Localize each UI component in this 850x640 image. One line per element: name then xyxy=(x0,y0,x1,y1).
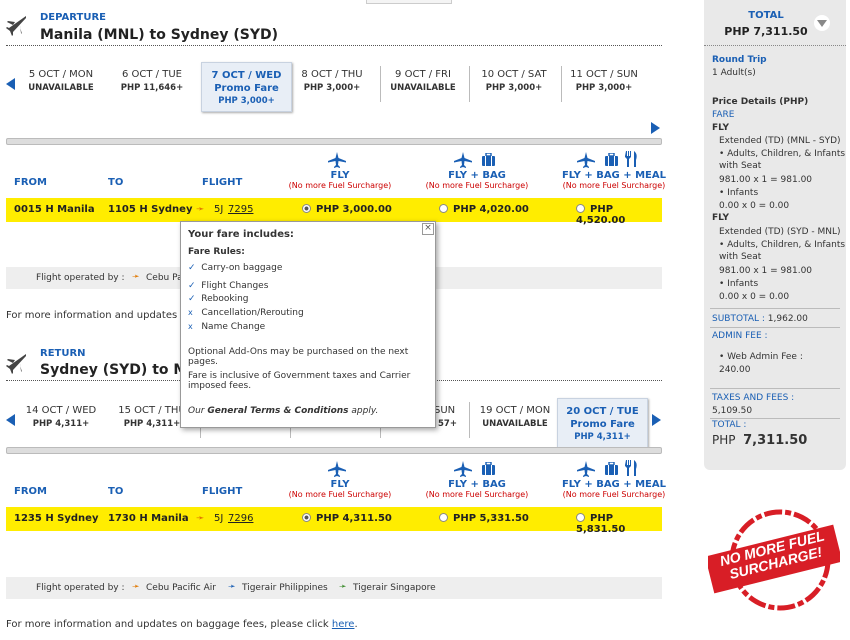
close-popup-button[interactable]: × xyxy=(422,223,434,235)
plane-icon xyxy=(577,152,595,168)
date-option[interactable]: SUN 57+ xyxy=(434,405,457,429)
fare-option-fly[interactable]: PHP 3,000.00 xyxy=(302,204,392,215)
plane-icon xyxy=(454,461,472,477)
flight-row: 0015 H Manila 1105 H Sydney ➛ 5J 7295 PH… xyxy=(6,198,662,226)
flight-number-link[interactable]: 7296 xyxy=(228,513,253,524)
column-flight: FLIGHT xyxy=(202,177,243,188)
grand-total: PHP 7,311.50 xyxy=(712,433,808,448)
fare-option-fly-bag[interactable]: PHP 4,020.00 xyxy=(439,204,529,215)
next-date-arrow-icon[interactable] xyxy=(651,122,660,134)
x-icon: x xyxy=(188,308,193,317)
date-option-selected[interactable]: 20 OCT / TUE Promo Fare PHP 4,311+ xyxy=(557,398,648,448)
fare-option-fly[interactable]: PHP 4,311.50 xyxy=(302,513,392,524)
next-date-arrow-icon[interactable] xyxy=(652,414,661,426)
plane-icon xyxy=(454,152,472,168)
price-summary-panel: TOTAL PHP 7,311.50 Round Trip 1 Adult(s)… xyxy=(704,0,846,470)
prev-date-arrow-icon[interactable] xyxy=(6,78,15,90)
tigerair-sg-logo-icon: ➛ xyxy=(339,582,347,592)
baggage-info-link[interactable]: here xyxy=(332,619,355,630)
operated-by-bar: Flight operated by : ➛ Cebu Pacific Air … xyxy=(6,577,662,599)
luggage-icon xyxy=(482,153,495,166)
cebu-logo-icon: ➛ xyxy=(132,582,140,592)
date-option[interactable]: 8 OCT / THU PHP 3,000+ xyxy=(289,69,375,93)
date-option[interactable]: 14 OCT / WED PHP 4,311+ xyxy=(18,405,104,429)
fare-header-fly-bag: FLY + BAG (No more Fuel Surcharge) xyxy=(425,479,529,499)
flight-number-link[interactable]: 7295 xyxy=(228,204,253,215)
terms-link[interactable]: General Terms & Conditions xyxy=(207,406,348,416)
check-icon: ✓ xyxy=(188,294,196,304)
cebu-logo-icon: ➛ xyxy=(132,272,140,282)
chevron-down-icon xyxy=(817,20,827,27)
date-scrollbar[interactable] xyxy=(6,447,662,454)
carrier-logo-icon: ➛ xyxy=(196,513,205,524)
fare-header-fly-bag-meal: FLY + BAG + MEAL (No more Fuel Surcharge) xyxy=(561,170,667,190)
date-option[interactable]: 6 OCT / TUE PHP 11,646+ xyxy=(109,69,195,93)
plane-icon xyxy=(328,152,346,168)
fork-knife-icon xyxy=(625,151,637,167)
check-icon: ✓ xyxy=(188,263,196,273)
pax-count: 1 Adult(s) xyxy=(712,68,756,78)
arrival-time: 1730 H Manila xyxy=(108,513,189,524)
baggage-info-text: For more information and updates on bagg… xyxy=(6,619,358,630)
fork-knife-icon xyxy=(625,460,637,476)
fare-option-fly-bag-meal[interactable]: PHP 4,520.00 xyxy=(576,204,662,226)
column-from: FROM xyxy=(14,177,47,188)
no-fuel-surcharge-stamp: NO MORE FUEL SURCHARGE! xyxy=(708,508,840,612)
x-icon: x xyxy=(188,322,193,331)
carrier-logo-icon: ➛ xyxy=(196,204,205,215)
date-option[interactable]: 9 OCT / FRI UNAVAILABLE xyxy=(380,69,466,93)
return-label: RETURN xyxy=(40,348,86,359)
date-option-selected[interactable]: 7 OCT / WED Promo Fare PHP 3,000+ xyxy=(201,62,292,112)
trip-type: Round Trip xyxy=(712,55,767,65)
plane-icon xyxy=(577,461,595,477)
collapse-button[interactable] xyxy=(814,15,830,31)
fare-header-fly: FLY (No more Fuel Surcharge) xyxy=(288,479,392,499)
tigerair-ph-logo-icon: ➛ xyxy=(228,582,236,592)
fare-option-fly-bag-meal[interactable]: PHP 5,831.50 xyxy=(576,513,662,535)
fare-option-fly-bag[interactable]: PHP 5,331.50 xyxy=(439,513,529,524)
plane-icon xyxy=(328,461,346,477)
departure-label: DEPARTURE xyxy=(40,12,107,23)
luggage-icon xyxy=(482,462,495,475)
column-from: FROM xyxy=(14,486,47,497)
airplane-icon xyxy=(6,16,26,36)
total-label: TOTAL xyxy=(748,10,784,21)
check-icon: ✓ xyxy=(188,281,196,291)
luggage-icon xyxy=(605,153,618,166)
column-flight: FLIGHT xyxy=(202,486,243,497)
fare-rules-popup: × Your fare includes: Fare Rules: ✓ Carr… xyxy=(180,221,436,428)
flight-row: 1235 H Sydney 1730 H Manila ➛ 5J 7296 PH… xyxy=(6,507,662,535)
total-amount: PHP 7,311.50 xyxy=(724,25,808,38)
fare-header-fly-bag-meal: FLY + BAG + MEAL (No more Fuel Surcharge) xyxy=(561,479,667,499)
date-option[interactable]: 19 OCT / MON UNAVAILABLE xyxy=(472,405,558,429)
column-to: TO xyxy=(108,486,124,497)
luggage-icon xyxy=(605,462,618,475)
prev-date-arrow-icon[interactable] xyxy=(6,414,15,426)
departure-time: 0015 H Manila xyxy=(14,204,95,215)
date-scrollbar[interactable] xyxy=(6,138,662,145)
divider xyxy=(6,45,662,46)
date-option[interactable]: 10 OCT / SAT PHP 3,000+ xyxy=(471,69,557,93)
fare-header-fly: FLY (No more Fuel Surcharge) xyxy=(288,170,392,190)
date-option[interactable]: 5 OCT / MON UNAVAILABLE xyxy=(18,69,104,93)
date-option[interactable]: 11 OCT / SUN PHP 3,000+ xyxy=(561,69,647,93)
fare-header-fly-bag: FLY + BAG (No more Fuel Surcharge) xyxy=(425,170,529,190)
departure-time: 1235 H Sydney xyxy=(14,513,99,524)
top-tab xyxy=(366,0,452,4)
departure-title: Manila (MNL) to Sydney (SYD) xyxy=(40,27,279,43)
arrival-time: 1105 H Sydney xyxy=(108,204,193,215)
airplane-icon xyxy=(6,354,26,374)
column-to: TO xyxy=(108,177,124,188)
baggage-info-text: For more information and updates on xyxy=(6,310,193,321)
price-details-label: Price Details (PHP) xyxy=(712,97,809,107)
